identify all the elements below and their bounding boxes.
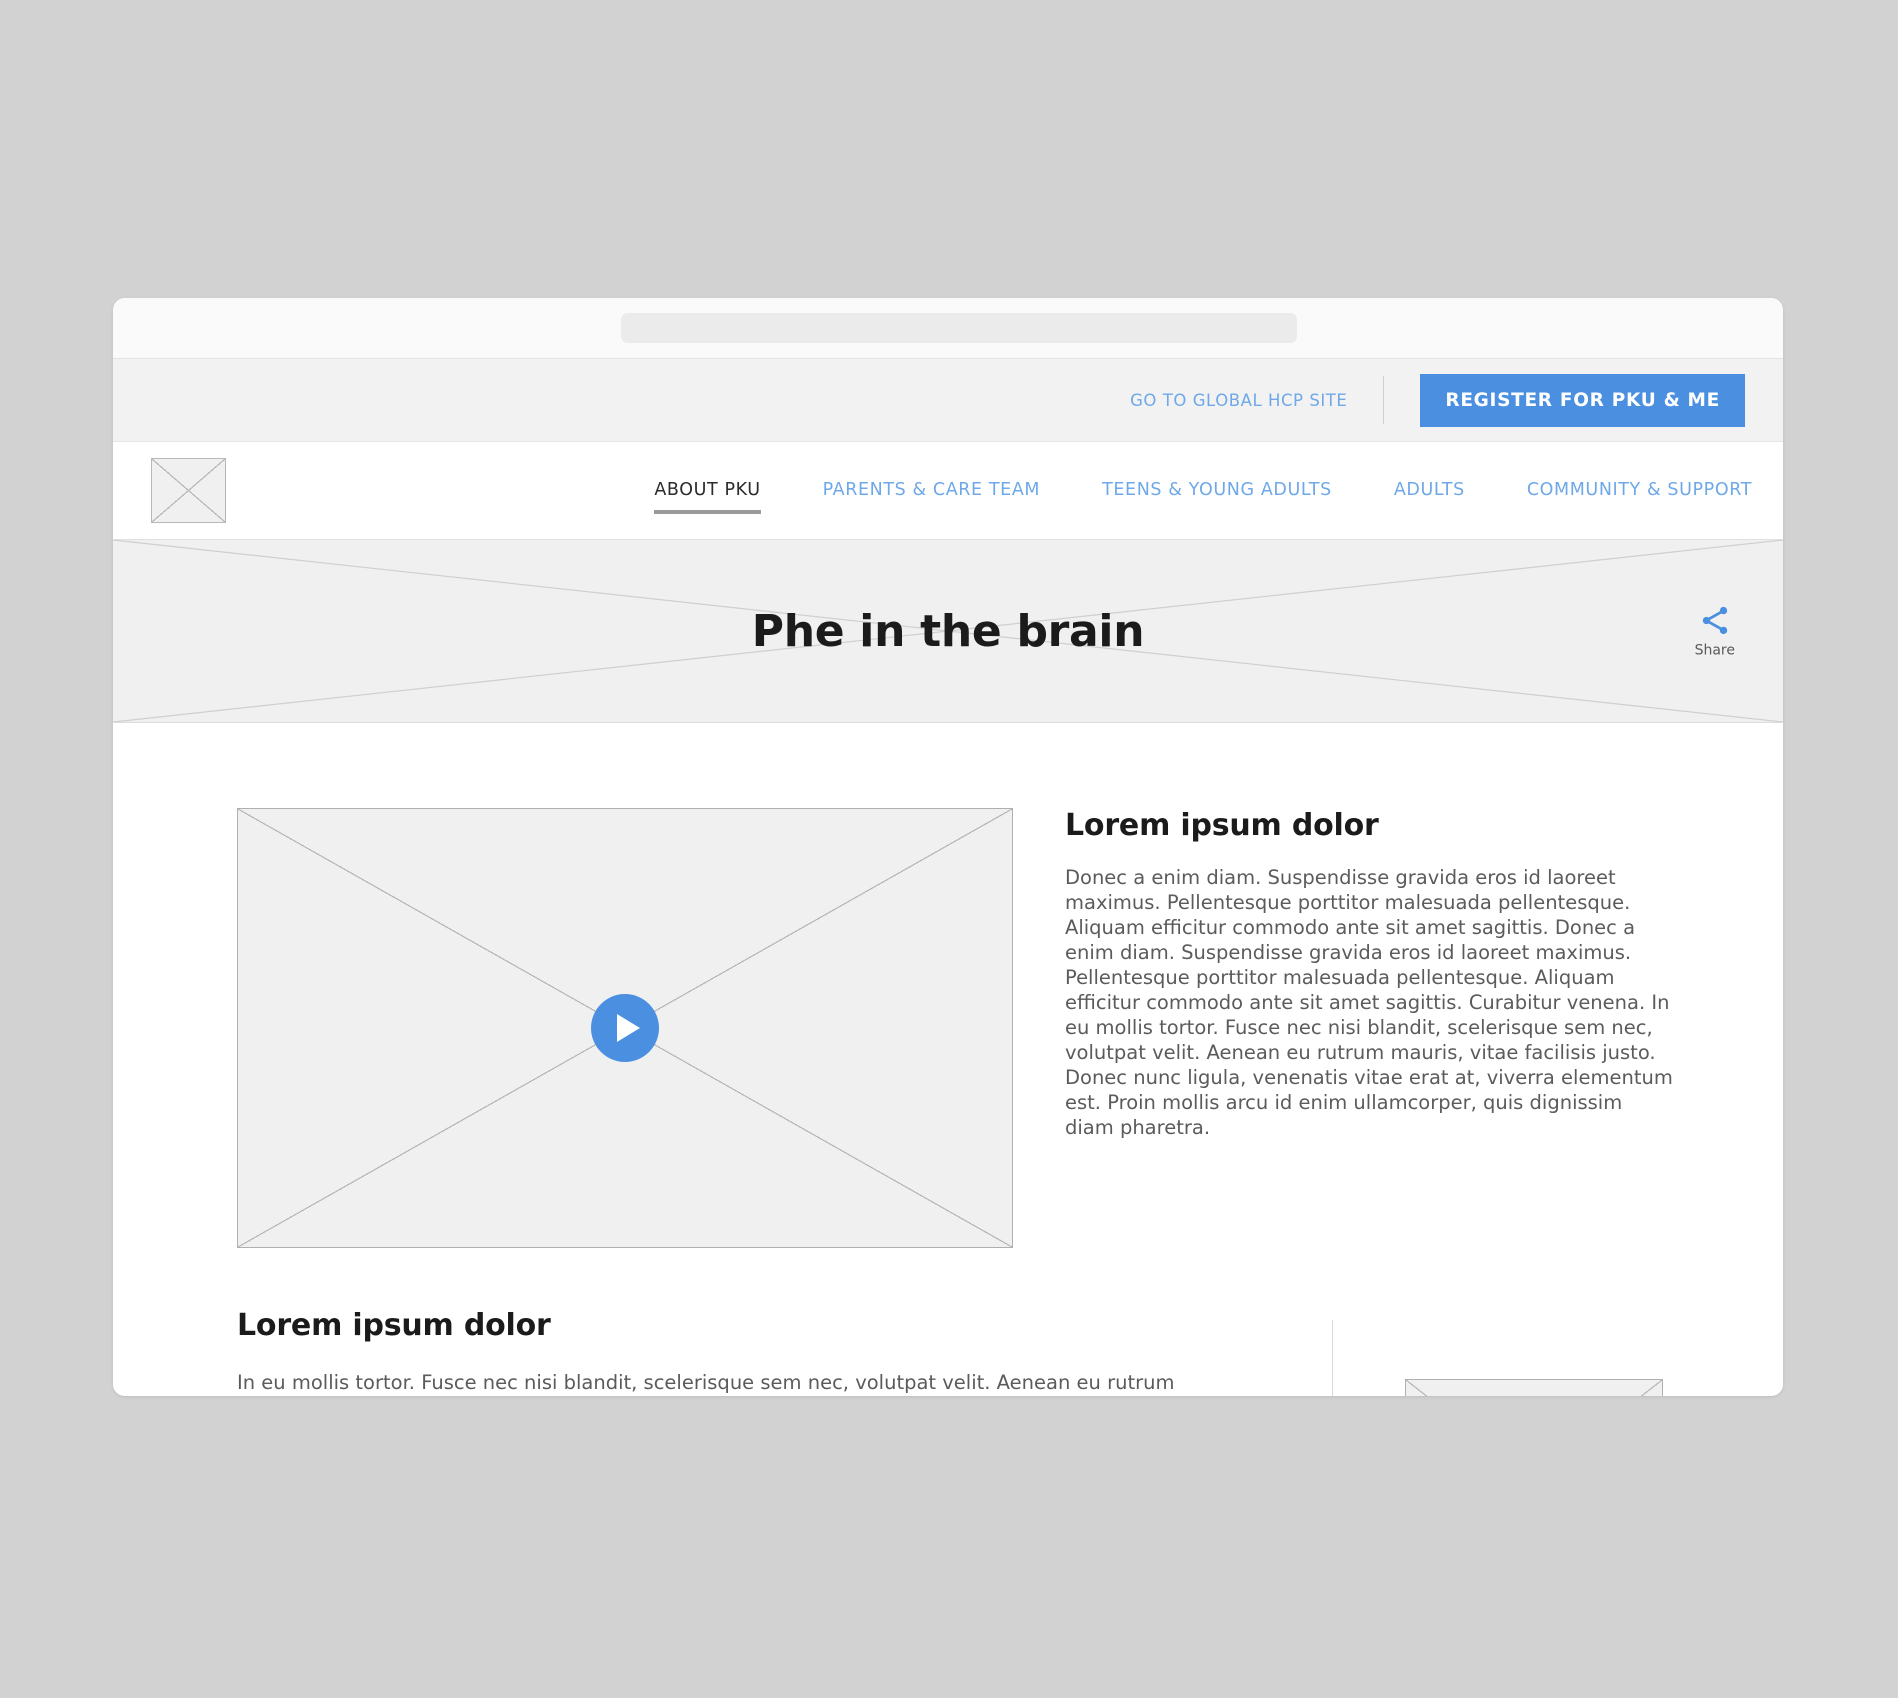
site-logo-placeholder-icon[interactable] [151, 458, 227, 523]
intro-text-column: Lorem ipsum dolor Donec a enim diam. Sus… [1065, 808, 1673, 1248]
hero-banner: Phe in the brain Share [113, 540, 1783, 723]
browser-chrome [113, 298, 1783, 359]
lower-section-row: Lorem ipsum dolor In eu mollis tortor. F… [113, 1248, 1783, 1396]
nav-item-adults[interactable]: ADULTS [1363, 481, 1496, 500]
video-player-placeholder[interactable] [237, 808, 1013, 1248]
go-to-global-hcp-site-link[interactable]: GO TO GLOBAL HCP SITE [1130, 391, 1347, 410]
main-navigation: ABOUT PKU PARENTS & CARE TEAM TEENS & YO… [113, 442, 1783, 540]
nav-item-teens-young-adults[interactable]: TEENS & YOUNG ADULTS [1071, 481, 1363, 500]
nav-item-list: ABOUT PKU PARENTS & CARE TEAM TEENS & YO… [623, 481, 1783, 514]
address-bar-input[interactable] [621, 313, 1297, 343]
play-icon [616, 1014, 640, 1042]
share-label: Share [1694, 642, 1735, 659]
section-two-divider [1332, 1320, 1333, 1396]
nav-item-about-pku[interactable]: ABOUT PKU [623, 481, 791, 514]
page-title: Phe in the brain [751, 605, 1145, 657]
share-icon [1702, 606, 1727, 635]
section-one-body: Donec a enim diam. Suspendisse gravida e… [1065, 866, 1673, 1140]
utility-bar-divider [1383, 376, 1385, 424]
browser-window: GO TO GLOBAL HCP SITE REGISTER FOR PKU &… [113, 298, 1783, 1396]
video-and-text-row: Lorem ipsum dolor Donec a enim diam. Sus… [113, 808, 1783, 1248]
page-content: Lorem ipsum dolor Donec a enim diam. Sus… [113, 723, 1783, 1396]
share-button[interactable]: Share [1695, 604, 1735, 659]
utility-bar: GO TO GLOBAL HCP SITE REGISTER FOR PKU &… [113, 359, 1783, 442]
nav-item-parents-care-team[interactable]: PARENTS & CARE TEAM [792, 481, 1071, 500]
section-one-heading: Lorem ipsum dolor [1065, 808, 1379, 843]
play-button[interactable] [591, 994, 659, 1062]
nav-item-community-support[interactable]: COMMUNITY & SUPPORT [1496, 481, 1783, 500]
side-image-placeholder[interactable] [1405, 1379, 1663, 1396]
section-two-text-column: Lorem ipsum dolor In eu mollis tortor. F… [237, 1308, 1272, 1395]
section-two-heading: Lorem ipsum dolor [237, 1308, 551, 1343]
section-two-body: In eu mollis tortor. Fusce nec nisi blan… [237, 1371, 1175, 1394]
register-for-pku-and-me-button[interactable]: REGISTER FOR PKU & ME [1420, 373, 1745, 427]
